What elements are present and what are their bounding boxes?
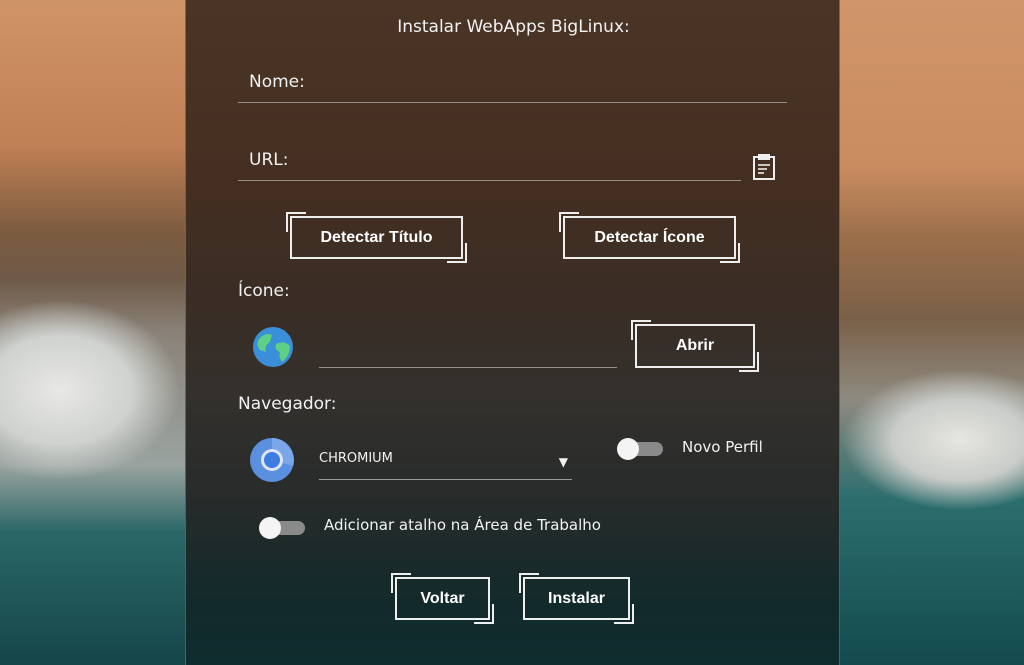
back-button[interactable]: Voltar <box>391 573 494 624</box>
toggle-knob <box>259 517 281 539</box>
install-button[interactable]: Instalar <box>519 573 634 624</box>
toggle-knob <box>617 438 639 460</box>
install-dialog: Instalar WebApps BigLinux: Nome: URL: De… <box>185 0 840 665</box>
clipboard-icon[interactable] <box>752 153 776 181</box>
wallpaper-right <box>840 0 1024 665</box>
new-profile-toggle[interactable] <box>617 438 663 460</box>
new-profile-label: Novo Perfil <box>682 438 763 456</box>
detect-icon-button[interactable]: Detectar Ícone <box>559 212 740 263</box>
dialog-title: Instalar WebApps BigLinux: <box>397 17 630 37</box>
browser-selected: CHROMIUM <box>319 451 393 466</box>
name-label: Nome: <box>249 72 305 92</box>
icon-path-input[interactable] <box>319 334 617 364</box>
url-input[interactable] <box>301 144 741 176</box>
open-button[interactable]: Abrir <box>631 320 759 372</box>
desktop-shortcut-toggle[interactable] <box>259 517 305 539</box>
name-underline <box>238 102 787 103</box>
globe-icon <box>253 327 293 367</box>
name-input[interactable] <box>316 66 786 98</box>
desktop-shortcut-label: Adicionar atalho na Área de Trabalho <box>324 516 601 534</box>
icon-label: Ícone: <box>238 281 290 301</box>
detect-title-button[interactable]: Detectar Título <box>286 212 467 263</box>
browser-label: Navegador: <box>238 394 337 414</box>
dropdown-arrow-icon: ▼ <box>558 455 568 469</box>
chromium-icon <box>250 438 294 482</box>
wallpaper-left <box>0 0 185 665</box>
browser-select[interactable]: CHROMIUM ▼ <box>319 440 572 480</box>
url-label: URL: <box>249 150 289 170</box>
icon-path-underline <box>319 367 617 368</box>
url-underline <box>238 180 741 181</box>
